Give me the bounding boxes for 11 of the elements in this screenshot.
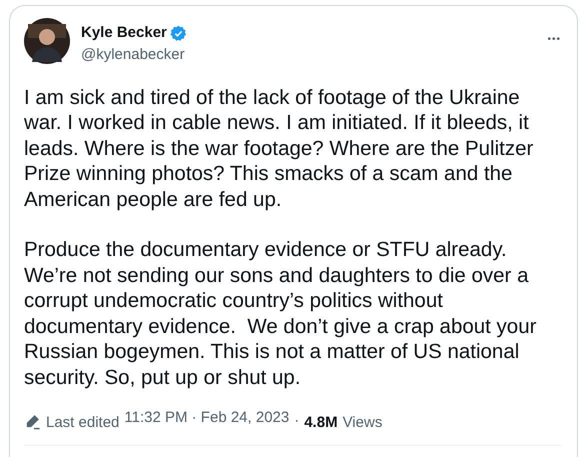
tweet-text: I am sick and tired of the lack of footage of the Ukraine war. I worked in cable news. I am initiated. If it bleeds, it leads. Where is the war footage? Where are the Pulitzer Prize winning photos? This smacks of a scam and the American people are fed up. [24,84,534,212]
more-options-button[interactable]: ••• [547,32,561,47]
edited-label[interactable]: Last edited [46,412,120,434]
timestamp[interactable]: 11:32 PM · Feb 24, 2023 [124,407,290,430]
views-label: Views [342,413,382,433]
separator: · [294,411,300,431]
views-count: 4.8M [304,413,338,433]
pencil-icon [24,412,41,430]
author-name[interactable]: Kyle Becker [81,22,167,44]
tweet-text: Produce the documentary evidence or STFU already. We’re not sending our sons and daughters to die over a corrupt undemocratic country’s politics without documentary evidence. We don’t give a crap about your Russian bogeymen. This is not a matter of US national security. So, put up or shut up. [24,237,538,390]
author-handle[interactable]: @kylenabecker [81,44,548,64]
